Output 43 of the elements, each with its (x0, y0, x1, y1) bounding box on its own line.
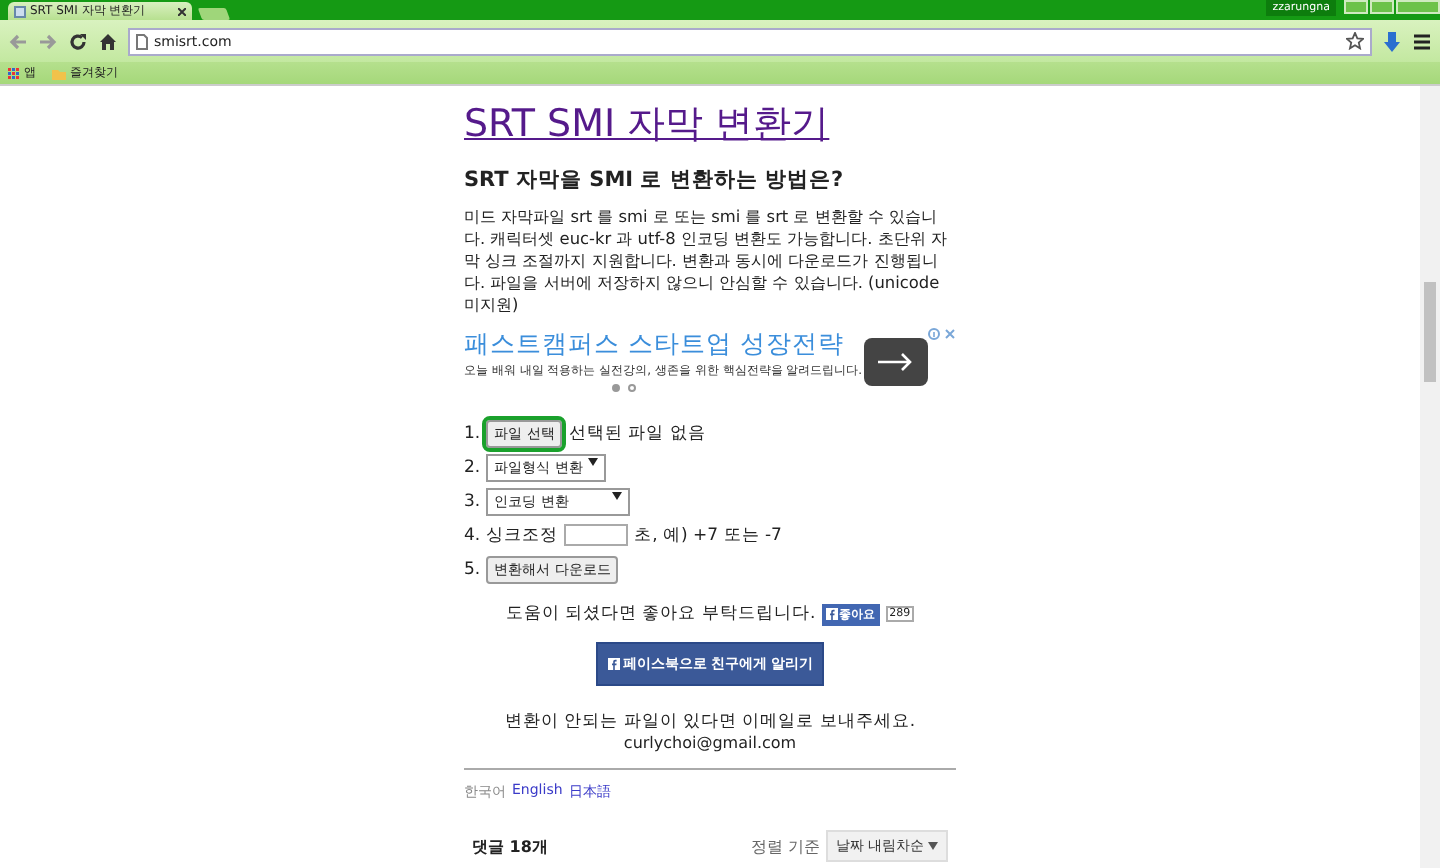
download-arrow-icon[interactable] (1382, 31, 1402, 51)
caret-icon (612, 491, 623, 499)
ad-arrow-button[interactable] (864, 338, 928, 386)
caret-icon (588, 457, 599, 465)
sync-label: 싱크조정 (486, 523, 559, 547)
close-icon[interactable] (178, 7, 186, 15)
back-icon[interactable] (8, 31, 28, 51)
description: 미드 자막파일 srt 를 smi 로 또는 smi 를 srt 로 변환할 수 있습니다. 캐릭터셋 euc-kr 과 utf-8 인코딩 변환도 가능합니다. 초단위 자막 싱크 조절까지 지원합니다. 변환과 동시에 다운로드가 진행됩니다. 파일을 서버에 저장하지 않으니 안심할 수 있습니다. (unicode 미지원) (464, 206, 949, 316)
step-number: 2. (464, 457, 481, 477)
section-heading: SRT 자막을 SMI 로 변환하는 방법은? (464, 166, 846, 194)
carousel-dot[interactable] (628, 384, 636, 392)
new-tab-button[interactable] (197, 8, 231, 20)
ad-choices-icon[interactable] (928, 328, 956, 340)
facebook-icon (825, 608, 838, 620)
folder-icon (52, 67, 66, 79)
sort-label: 정렬 기준 (751, 835, 821, 857)
sync-input[interactable] (564, 524, 629, 546)
file-status: 선택된 파일 없음 (568, 421, 706, 445)
page-title[interactable]: SRT SMI 자막 변환기 (464, 98, 830, 150)
page-icon (14, 5, 26, 17)
step-number: 4. (464, 525, 481, 545)
carousel-dot[interactable] (612, 384, 620, 392)
email-address: curlychoi@gmail.com (623, 734, 797, 752)
page-icon (136, 33, 148, 49)
contact-text: 변환이 안되는 파일이 있다면 이메일로 보내주세요. (504, 710, 916, 734)
maximize-button[interactable] (1370, 0, 1394, 14)
like-prompt: 도움이 되셨다면 좋아요 부탁드립니다. (505, 602, 816, 626)
apps-grid-icon (8, 67, 20, 79)
facebook-icon (607, 658, 620, 670)
star-icon[interactable] (1346, 32, 1364, 50)
home-icon[interactable] (98, 31, 118, 51)
minimize-button[interactable] (1344, 0, 1368, 14)
reload-icon[interactable] (68, 31, 88, 51)
step-number: 3. (464, 491, 481, 511)
caret-icon (928, 842, 938, 850)
sync-hint: 초, 예) +7 또는 -7 (634, 523, 782, 547)
menu-icon[interactable] (1412, 31, 1432, 51)
comment-count: 댓글 18개 (472, 835, 548, 857)
step-number: 5. (464, 559, 481, 579)
arrow-icon (878, 352, 914, 372)
step-number: 1. (464, 423, 481, 443)
close-button[interactable] (1396, 0, 1440, 14)
forward-icon[interactable] (38, 31, 58, 51)
